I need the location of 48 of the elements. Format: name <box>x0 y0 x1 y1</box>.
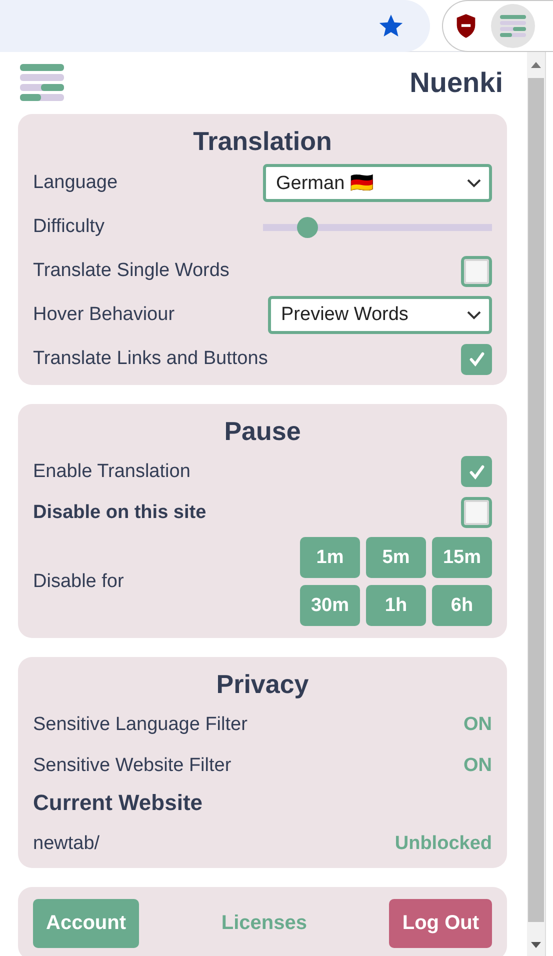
duration-button[interactable]: 1h <box>366 585 426 626</box>
checkbox[interactable] <box>461 256 492 286</box>
status-text: ON <box>464 754 492 776</box>
chevron-icon <box>467 310 481 320</box>
slider-thumb[interactable] <box>296 216 318 238</box>
dropdown[interactable]: German 🇩🇪 <box>263 164 492 202</box>
section-title: Privacy <box>215 668 310 701</box>
setting-label: Sensitive Website Filter <box>33 754 232 776</box>
scrollbar-thumb[interactable] <box>528 78 544 922</box>
duration-button[interactable]: 5m <box>366 537 426 578</box>
duration-button[interactable]: 30m <box>300 585 360 626</box>
account-button[interactable]: Account <box>33 899 139 948</box>
logo-icon <box>500 14 526 36</box>
setting-label: Disable on this site <box>33 502 206 524</box>
scroll-up-icon[interactable] <box>531 62 541 68</box>
shield-icon[interactable] <box>455 12 477 38</box>
duration-button[interactable]: 15m <box>432 537 492 578</box>
setting-label: Disable for <box>33 570 124 592</box>
site-name: newtab/ <box>33 833 100 855</box>
status-text: Unblocked <box>394 833 492 855</box>
scroll-down-icon[interactable] <box>531 942 541 948</box>
setting-label: Hover Behaviour <box>33 304 175 326</box>
scrollbar[interactable] <box>527 52 545 956</box>
chevron-icon <box>467 178 481 188</box>
dropdown[interactable]: Preview Words <box>268 296 492 334</box>
star-icon[interactable] <box>378 12 404 38</box>
setting-label: Enable Translation <box>33 460 190 482</box>
checkbox[interactable] <box>461 344 492 374</box>
section-title: Pause <box>223 415 302 448</box>
setting-label: Sensitive Language Filter <box>33 714 248 736</box>
checkbox[interactable] <box>461 497 492 528</box>
checkbox[interactable] <box>461 456 492 487</box>
checkmark-icon <box>468 351 484 367</box>
setting-label: Language <box>33 172 118 194</box>
logo-icon <box>20 64 64 102</box>
checkmark-icon <box>468 464 484 480</box>
section-title: Translation <box>192 125 333 158</box>
setting-label: Translate Single Words <box>33 260 230 282</box>
extension-button[interactable] <box>491 4 535 48</box>
status-text: ON <box>464 714 492 736</box>
licenses-link[interactable]: Licenses <box>208 899 320 948</box>
app-title: Nuenki <box>410 67 503 99</box>
subsection-title: Current Website <box>33 789 204 817</box>
setting-label: Difficulty <box>33 216 104 238</box>
logout-button[interactable]: Log Out <box>389 899 492 948</box>
duration-button[interactable]: 1m <box>300 537 360 578</box>
setting-label: Translate Links and Buttons <box>33 348 268 370</box>
duration-button[interactable]: 6h <box>432 585 492 626</box>
